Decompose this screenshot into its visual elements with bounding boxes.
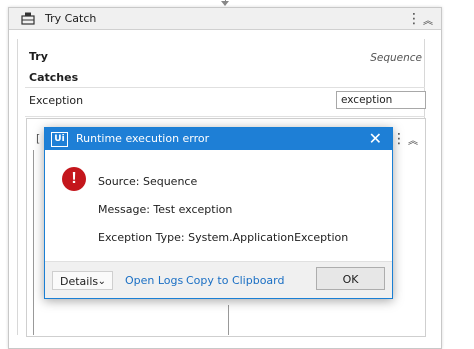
chevron-down-icon: ⌄: [97, 276, 106, 287]
collapse-icon[interactable]: ︽: [423, 12, 433, 27]
close-icon[interactable]: ✕: [369, 129, 382, 148]
try-label: Try: [29, 50, 48, 63]
copy-to-clipboard-link[interactable]: Copy to Clipboard: [186, 274, 284, 287]
more-options-icon[interactable]: ⋮: [407, 12, 421, 26]
details-dropdown[interactable]: Details ⌄: [52, 271, 113, 290]
handler-connector-line: [228, 305, 229, 335]
handler-collapse-icon[interactable]: ︽: [408, 132, 418, 147]
exception-type-label: Exception: [29, 94, 84, 107]
activity-header[interactable]: Try Catch ⋮ ︽: [9, 8, 441, 30]
error-icon: !: [62, 167, 86, 191]
error-exception-type: Exception Type: System.ApplicationExcept…: [98, 231, 349, 244]
dialog-title-bar[interactable]: Ui Runtime execution error ✕: [45, 128, 392, 150]
handler-left-line: [33, 150, 34, 335]
flow-arrow-icon: [221, 1, 229, 6]
error-source: Source: Sequence: [98, 175, 198, 188]
dialog-footer: Details ⌄ Open Logs Copy to Clipboard OK: [45, 261, 392, 298]
handler-bracket: [: [36, 132, 41, 145]
runtime-error-dialog[interactable]: Ui Runtime execution error ✕ ! Source: S…: [44, 127, 393, 299]
error-message: Message: Test exception: [98, 203, 233, 216]
uipath-logo-icon: Ui: [51, 132, 68, 147]
try-sequence-value[interactable]: Sequence: [370, 52, 422, 64]
try-catch-icon: [21, 12, 35, 25]
open-logs-link[interactable]: Open Logs: [125, 274, 183, 287]
exception-variable-input[interactable]: exception: [336, 91, 426, 109]
dialog-title: Runtime execution error: [76, 132, 210, 145]
handler-more-options-icon[interactable]: ⋮: [392, 132, 406, 146]
ok-button[interactable]: OK: [316, 267, 385, 290]
catches-label: Catches: [29, 71, 79, 84]
activity-title: Try Catch: [45, 12, 97, 25]
details-label: Details: [60, 275, 99, 288]
